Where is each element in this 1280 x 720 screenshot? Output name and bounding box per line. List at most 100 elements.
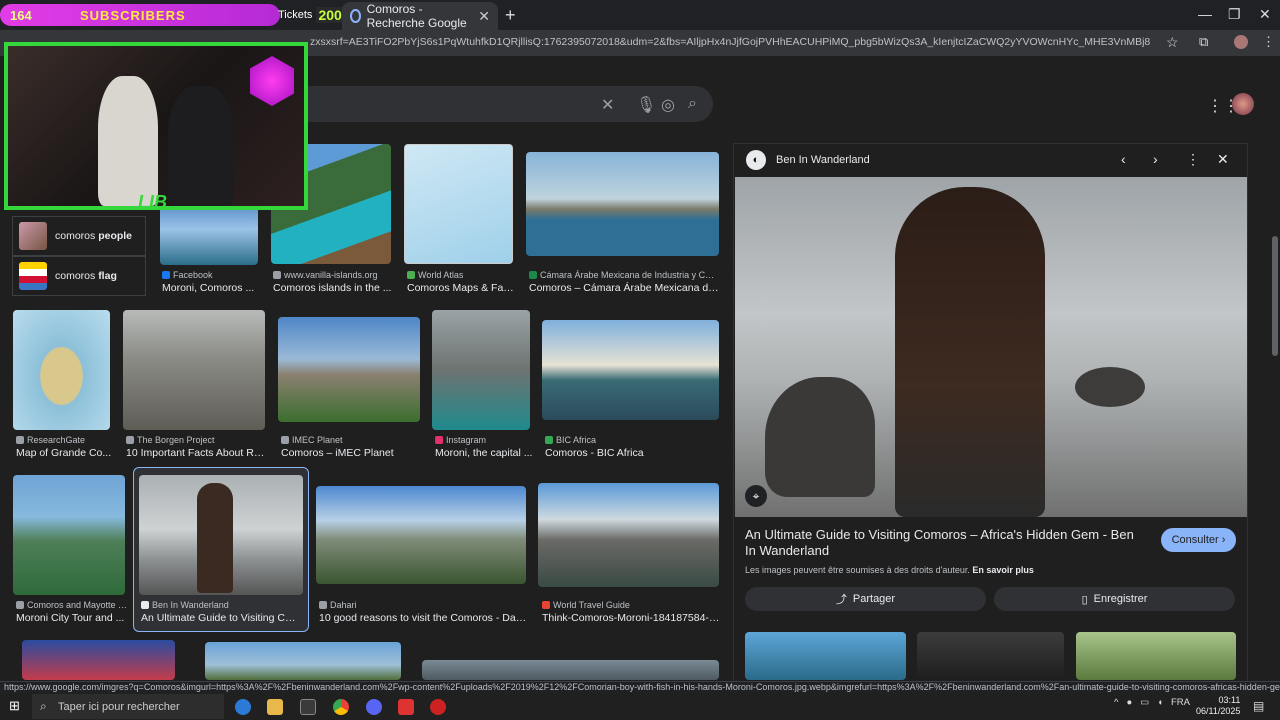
menu-icon[interactable]: ⋮ (1262, 34, 1275, 50)
result-caption[interactable]: Comoros - BIC Africa (545, 447, 715, 459)
tab-active[interactable]: Comoros - Recherche Google ✕ (342, 2, 498, 30)
result-source: IMEC Planet (281, 435, 421, 445)
copyright-notice: Les images peuvent être soumises à des d… (745, 565, 1034, 575)
scrollbar[interactable] (1272, 126, 1278, 666)
lens-icon[interactable]: ◎ (661, 95, 675, 115)
search-icon[interactable]: ⌕ (688, 95, 697, 113)
webcam-overlay (4, 42, 308, 210)
scrollbar-thumb[interactable] (1272, 236, 1278, 356)
result-caption[interactable]: 10 good reasons to visit the Comoros - D… (319, 612, 529, 624)
close-window-icon[interactable]: ✕ (1259, 6, 1271, 23)
result-caption[interactable]: Comoros – iMEC Planet (281, 447, 421, 459)
chip-comoros-flag[interactable]: comoros flag (12, 256, 146, 296)
chip-label: comoros people (55, 230, 133, 242)
result-image[interactable] (422, 660, 719, 680)
preview-image[interactable] (735, 177, 1247, 517)
chrome-icon[interactable] (333, 699, 349, 715)
search-icon: ⌕ (40, 699, 47, 713)
volume-icon[interactable]: ◖ (1157, 697, 1163, 708)
result-image[interactable] (542, 320, 719, 420)
result-image[interactable] (432, 310, 530, 430)
result-caption[interactable]: Comoros – Cámara Árabe Mexicana de I... (529, 282, 719, 294)
related-image[interactable] (917, 632, 1064, 680)
result-caption[interactable]: Moroni, Comoros ... (162, 282, 258, 294)
minimize-icon[interactable]: — (1198, 6, 1212, 22)
consult-button[interactable]: Consulter › (1161, 528, 1236, 552)
language-indicator[interactable]: FRA (1171, 697, 1190, 708)
edge-icon[interactable] (235, 699, 251, 715)
new-tab-icon[interactable]: + (505, 5, 516, 26)
result-image[interactable] (123, 310, 265, 430)
chip-comoros-people[interactable]: comoros people (12, 216, 146, 256)
flag-icon (19, 262, 47, 290)
network-icon[interactable]: ▭ (1140, 697, 1149, 708)
result-image[interactable] (316, 486, 526, 584)
result-image-selected[interactable] (139, 475, 303, 595)
restore-icon[interactable]: ❐ (1228, 6, 1241, 23)
result-image[interactable] (526, 152, 719, 256)
extensions-icon[interactable]: ⧉ (1199, 34, 1208, 50)
result-image[interactable] (13, 475, 125, 595)
time: 03:11 (1218, 695, 1241, 705)
clear-icon[interactable]: ✕ (601, 95, 614, 115)
tickets-count: 200 (316, 7, 344, 23)
result-caption[interactable]: Moroni City Tour and ... (16, 612, 128, 624)
result-source: BIC Africa (545, 435, 715, 445)
tray-chevron-icon[interactable]: ^ (1114, 697, 1118, 708)
previous-icon[interactable]: ‹ (1121, 151, 1126, 167)
more-options-icon[interactable]: ⋮ (1186, 151, 1200, 168)
store-icon[interactable] (300, 699, 316, 715)
result-image[interactable] (22, 640, 175, 680)
result-image[interactable] (160, 205, 258, 265)
related-image[interactable] (745, 632, 906, 680)
panel-site-name[interactable]: Ben In Wanderland (776, 154, 870, 166)
rock (765, 377, 875, 497)
result-source: Comoros and Mayotte T... (16, 600, 128, 610)
save-button[interactable]: ▯ Enregistrer (994, 587, 1235, 611)
bookmark-icon: ▯ (1081, 593, 1088, 606)
streamer-right (168, 86, 234, 206)
result-image-map[interactable] (13, 310, 110, 430)
result-source: Facebook (162, 270, 258, 280)
profile-avatar[interactable] (1234, 35, 1248, 49)
result-image-map[interactable] (404, 144, 513, 264)
subscriber-overlay: 164 SUBSCRIBERS (0, 4, 280, 26)
result-caption[interactable]: An Ultimate Guide to Visiting Com... (141, 612, 301, 624)
result-image[interactable] (278, 317, 420, 422)
result-source: The Borgen Project (126, 435, 266, 445)
discord-icon[interactable] (366, 699, 382, 715)
hex-lights (250, 56, 294, 106)
streamer-left (98, 76, 158, 206)
panel-title[interactable]: An Ultimate Guide to Visiting Comoros – … (745, 527, 1145, 559)
result-image[interactable] (538, 483, 719, 587)
microphone-icon[interactable]: 🎙 (636, 95, 656, 115)
obs-icon[interactable] (430, 699, 446, 715)
result-caption[interactable]: Comoros islands in the ... (273, 282, 393, 294)
result-image[interactable] (205, 642, 401, 680)
close-tab-icon[interactable]: ✕ (478, 8, 490, 25)
related-image[interactable] (1076, 632, 1236, 680)
boy-figure (895, 187, 1045, 517)
taskbar-search[interactable]: Taper ici pour rechercher (32, 694, 224, 719)
notifications-icon[interactable]: ▤ (1253, 699, 1264, 713)
close-panel-icon[interactable]: ✕ (1217, 151, 1229, 168)
windows-start-icon[interactable]: ⊞ (9, 698, 20, 714)
app-icon[interactable] (398, 699, 414, 715)
google-avatar[interactable] (1232, 93, 1254, 115)
url-text[interactable]: zxsxsrf=AE3TiFO2PbYjS6s1PqWtuhfkD1QRjlli… (310, 36, 1150, 48)
share-button[interactable]: ⤴ Partager (745, 587, 986, 611)
microphone-tray-icon[interactable]: ● (1126, 697, 1132, 708)
result-caption[interactable]: Comoros Maps & Fac... (407, 282, 517, 294)
result-caption[interactable]: Think-Comoros-Moroni-184187584-mt... (542, 612, 720, 624)
next-icon[interactable]: › (1153, 151, 1158, 167)
lens-search-icon[interactable]: ⌖ (745, 485, 767, 507)
share-icon: ⤴ (835, 594, 847, 606)
file-explorer-icon[interactable] (267, 699, 283, 715)
status-url: https://www.google.com/imgres?q=Comoros&… (0, 681, 1280, 693)
result-caption[interactable]: Map of Grande Co... (16, 447, 116, 459)
result-caption[interactable]: Moroni, the capital ... (435, 447, 535, 459)
learn-more-link[interactable]: En savoir plus (972, 565, 1034, 575)
result-caption[interactable]: 10 Important Facts About Ref... (126, 447, 266, 459)
bookmark-star-icon[interactable]: ☆ (1166, 34, 1179, 51)
clock[interactable]: 03:11 06/11/2025 (1196, 695, 1240, 717)
